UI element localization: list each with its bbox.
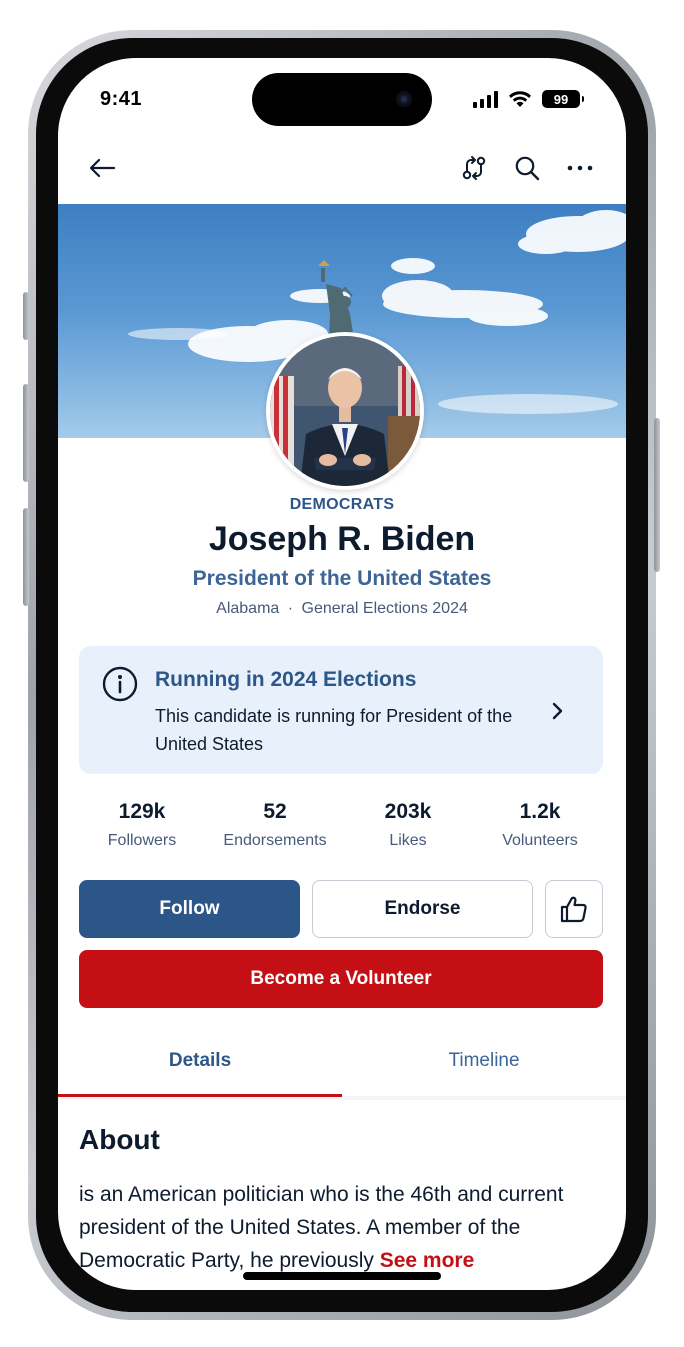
about-text: is an American politician who is the 46t… (79, 1178, 605, 1277)
more-button[interactable] (560, 148, 600, 188)
screen: 9:41 99 DEMOCRATS Joseph R. Biden Presid… (58, 58, 626, 1290)
stat-value: 52 (263, 800, 287, 823)
battery-level: 99 (553, 91, 569, 107)
signal-icon (473, 90, 498, 108)
candidate-office: President of the United States (192, 567, 492, 590)
back-arrow-icon (89, 158, 116, 178)
navigation-bar (58, 138, 626, 204)
party-label: DEMOCRATS (289, 496, 395, 513)
stat-endorsements[interactable]: 52 Endorsements (210, 800, 340, 850)
location-line: Alabama · General Elections 2024 (58, 600, 626, 618)
see-more-link[interactable]: See more (380, 1249, 475, 1272)
dynamic-island (252, 73, 432, 126)
share-swap-icon (462, 156, 486, 180)
info-icon (102, 666, 138, 702)
home-indicator[interactable] (243, 1272, 441, 1280)
stat-label: Followers (107, 832, 177, 849)
stat-label: Volunteers (502, 832, 578, 849)
power-button (654, 418, 660, 572)
tab-details[interactable]: Details (58, 1028, 342, 1094)
notice-title: Running in 2024 Elections (155, 668, 417, 691)
volume-up-button (23, 384, 29, 482)
about-heading: About (79, 1124, 160, 1155)
notice-body: This candidate is running for President … (155, 706, 513, 754)
endorse-button[interactable]: Endorse (312, 880, 533, 938)
stat-likes[interactable]: 203k Likes (358, 800, 458, 850)
stats-row: 129k Followers 52 Endorsements 203k Like… (58, 800, 626, 860)
status-time: 9:41 (100, 88, 143, 110)
wifi-icon (509, 91, 531, 107)
candidate-avatar[interactable] (266, 332, 424, 490)
status-bar: 9:41 99 (58, 58, 626, 138)
tab-bar: Details Timeline (58, 1028, 626, 1100)
like-button[interactable] (545, 880, 603, 938)
share-button[interactable] (454, 148, 494, 188)
become-volunteer-button[interactable]: Become a Volunteer (79, 950, 603, 1008)
more-icon (567, 165, 593, 171)
volume-down-button (23, 508, 29, 606)
election-notice-card[interactable]: Running in 2024 Elections This candidate… (79, 646, 603, 774)
chevron-right-icon (552, 702, 563, 720)
stat-volunteers[interactable]: 1.2k Volunteers (490, 800, 590, 850)
back-button[interactable] (82, 148, 122, 188)
separator-dot: · (287, 600, 294, 617)
active-tab-indicator (58, 1094, 342, 1097)
stat-value: 1.2k (519, 800, 561, 823)
battery-icon: 99 (542, 90, 584, 108)
follow-button[interactable]: Follow (79, 880, 300, 938)
camera-icon (396, 91, 412, 107)
stat-followers[interactable]: 129k Followers (92, 800, 192, 850)
election-label: General Elections 2024 (301, 600, 468, 617)
stat-value: 203k (384, 800, 432, 823)
tab-timeline[interactable]: Timeline (342, 1028, 626, 1094)
search-button[interactable] (507, 148, 547, 188)
about-body: is an American politician who is the 46t… (79, 1183, 564, 1272)
stat-label: Likes (389, 832, 427, 849)
stat-label: Endorsements (223, 832, 327, 849)
candidate-name: Joseph R. Biden (208, 520, 476, 558)
status-icons: 99 (473, 90, 584, 108)
action-button (23, 292, 29, 340)
stat-value: 129k (118, 800, 166, 823)
portrait-image (270, 336, 420, 486)
state-label: Alabama (216, 600, 280, 617)
thumbs-up-icon (560, 896, 587, 923)
search-icon (515, 156, 540, 181)
